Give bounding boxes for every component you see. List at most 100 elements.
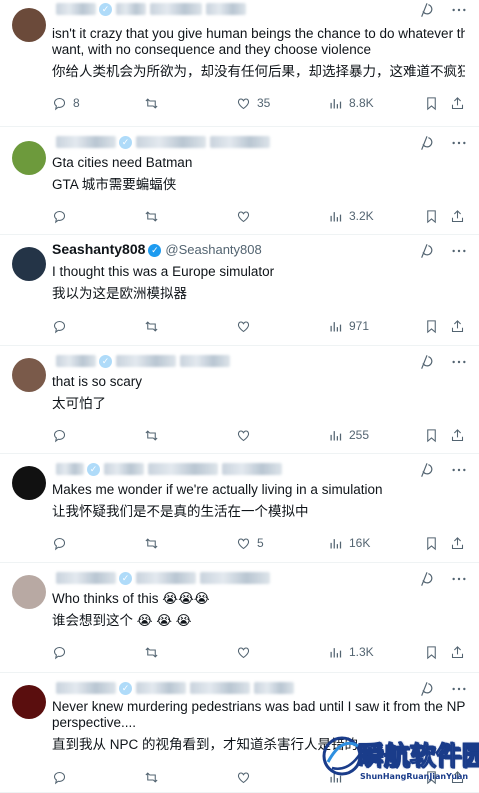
tweet-text-line: want, with no consequence and they choos… bbox=[52, 42, 371, 57]
more-icon bbox=[452, 8, 466, 12]
grok-button[interactable] bbox=[419, 462, 435, 478]
like-button[interactable]: 5 bbox=[236, 534, 264, 552]
repost-button[interactable] bbox=[144, 426, 165, 444]
avatar[interactable] bbox=[12, 685, 46, 719]
share-button[interactable] bbox=[450, 534, 465, 552]
views-count: 3.2K bbox=[349, 209, 374, 223]
views-icon bbox=[330, 98, 342, 108]
avatar[interactable] bbox=[12, 358, 46, 392]
repost-icon bbox=[145, 210, 158, 222]
bookmark-button[interactable] bbox=[424, 426, 439, 444]
redacted-handle bbox=[190, 682, 250, 695]
author-name[interactable]: Seashanty808 bbox=[52, 241, 145, 257]
bookmark-button[interactable] bbox=[424, 207, 439, 225]
like-button[interactable] bbox=[236, 768, 257, 786]
tweet-text-line: isn't it crazy that you give human being… bbox=[52, 26, 465, 41]
avatar[interactable] bbox=[12, 466, 46, 500]
bookmark-button[interactable] bbox=[424, 643, 439, 661]
more-options-button[interactable] bbox=[451, 135, 467, 151]
more-options-button[interactable] bbox=[451, 681, 467, 697]
views-count: 971 bbox=[349, 319, 370, 333]
views-button[interactable]: 16K bbox=[328, 534, 370, 552]
tweet-actions: 255 bbox=[52, 426, 467, 444]
redacted-handle bbox=[180, 355, 230, 368]
share-button[interactable] bbox=[450, 94, 465, 112]
tweet-actions: 1.3K bbox=[52, 643, 467, 661]
repost-button[interactable] bbox=[144, 534, 165, 552]
like-button[interactable] bbox=[236, 207, 257, 225]
repost-button[interactable] bbox=[144, 207, 165, 225]
tweet-text-line: that is so scary bbox=[52, 374, 143, 389]
avatar[interactable] bbox=[12, 575, 46, 609]
more-options-button[interactable] bbox=[451, 354, 467, 370]
more-options-button[interactable] bbox=[451, 243, 467, 259]
bookmark-icon bbox=[427, 536, 436, 550]
repost-button[interactable] bbox=[144, 643, 165, 661]
more-options-button[interactable] bbox=[451, 462, 467, 478]
tweet-header: ✓ bbox=[52, 679, 467, 697]
repost-icon bbox=[145, 771, 158, 783]
grok-button[interactable] bbox=[419, 681, 435, 697]
bookmark-button[interactable] bbox=[424, 534, 439, 552]
avatar[interactable] bbox=[12, 8, 46, 42]
like-button[interactable] bbox=[236, 643, 257, 661]
like-button[interactable] bbox=[236, 317, 257, 335]
bookmark-button[interactable] bbox=[424, 94, 439, 112]
watermark-title: 瞬航软件园 bbox=[357, 742, 479, 773]
reply-button[interactable] bbox=[52, 317, 73, 335]
views-button[interactable]: 971 bbox=[328, 317, 369, 335]
bookmark-icon bbox=[427, 96, 436, 110]
grok-button[interactable] bbox=[419, 571, 435, 587]
reply-button[interactable] bbox=[52, 426, 73, 444]
grok-button[interactable] bbox=[419, 135, 435, 151]
repost-icon bbox=[145, 320, 158, 332]
grok-button[interactable] bbox=[419, 243, 435, 259]
share-button[interactable] bbox=[450, 317, 465, 335]
redacted-handle bbox=[150, 3, 202, 16]
repost-button[interactable] bbox=[144, 317, 165, 335]
share-icon bbox=[451, 536, 464, 549]
redacted-name bbox=[56, 682, 116, 695]
avatar[interactable] bbox=[12, 141, 46, 175]
views-button[interactable]: 1.3K bbox=[328, 643, 374, 661]
reply-button[interactable] bbox=[52, 643, 73, 661]
repost-button[interactable] bbox=[144, 94, 165, 112]
tweet-header: ✓ bbox=[52, 352, 467, 370]
share-button[interactable] bbox=[450, 207, 465, 225]
reply-button[interactable] bbox=[52, 207, 73, 225]
watermark-subtitle: ShunHangRuanJianYuan bbox=[360, 772, 469, 781]
tweet[interactable]: ✓ Makes me wonder if we're actually livin… bbox=[0, 454, 479, 563]
share-button[interactable] bbox=[450, 426, 465, 444]
share-button[interactable] bbox=[450, 643, 465, 661]
tweet-text-line: GTA 城市需要蝙蝠侠 bbox=[52, 177, 177, 192]
like-button[interactable]: 35 bbox=[236, 94, 270, 112]
tweet[interactable]: ✓ isn't it crazy that you give human bein… bbox=[0, 0, 479, 127]
reply-button[interactable]: 8 bbox=[52, 94, 80, 112]
views-button[interactable]: 255 bbox=[328, 426, 369, 444]
redacted-handle bbox=[206, 3, 246, 16]
grok-button[interactable] bbox=[419, 354, 435, 370]
avatar[interactable] bbox=[12, 247, 46, 281]
redacted-handle bbox=[104, 463, 144, 476]
reply-button[interactable] bbox=[52, 534, 73, 552]
like-button[interactable] bbox=[236, 426, 257, 444]
repost-button[interactable] bbox=[144, 768, 165, 786]
tweet[interactable]: Seashanty808 ✓ @Seashanty808 I thought this… bbox=[0, 235, 479, 346]
tweet[interactable]: ✓ Who thinks of this 😭😭😭 谁会想到这个 😭 😭 😭 1.3K bbox=[0, 563, 479, 673]
tweet[interactable]: ✓ Gta cities need Batman GTA 城市需要蝙蝠侠 3.2K bbox=[0, 127, 479, 235]
views-button[interactable]: 3.2K bbox=[328, 207, 374, 225]
author-handle[interactable]: @Seashanty808 bbox=[165, 242, 261, 257]
grok-icon bbox=[421, 682, 433, 696]
bookmark-button[interactable] bbox=[424, 317, 439, 335]
reply-button[interactable] bbox=[52, 768, 73, 786]
grok-icon bbox=[421, 463, 433, 477]
more-options-button[interactable] bbox=[451, 571, 467, 587]
reply-icon bbox=[53, 210, 66, 223]
more-options-button[interactable] bbox=[451, 2, 467, 18]
repost-icon bbox=[145, 97, 158, 109]
grok-button[interactable] bbox=[419, 2, 435, 18]
verified-badge-icon: ✓ bbox=[119, 135, 132, 149]
bookmark-icon bbox=[427, 319, 436, 333]
views-button[interactable]: 8.8K bbox=[328, 94, 374, 112]
tweet[interactable]: ✓ that is so scary 太可怕了 255 bbox=[0, 346, 479, 454]
